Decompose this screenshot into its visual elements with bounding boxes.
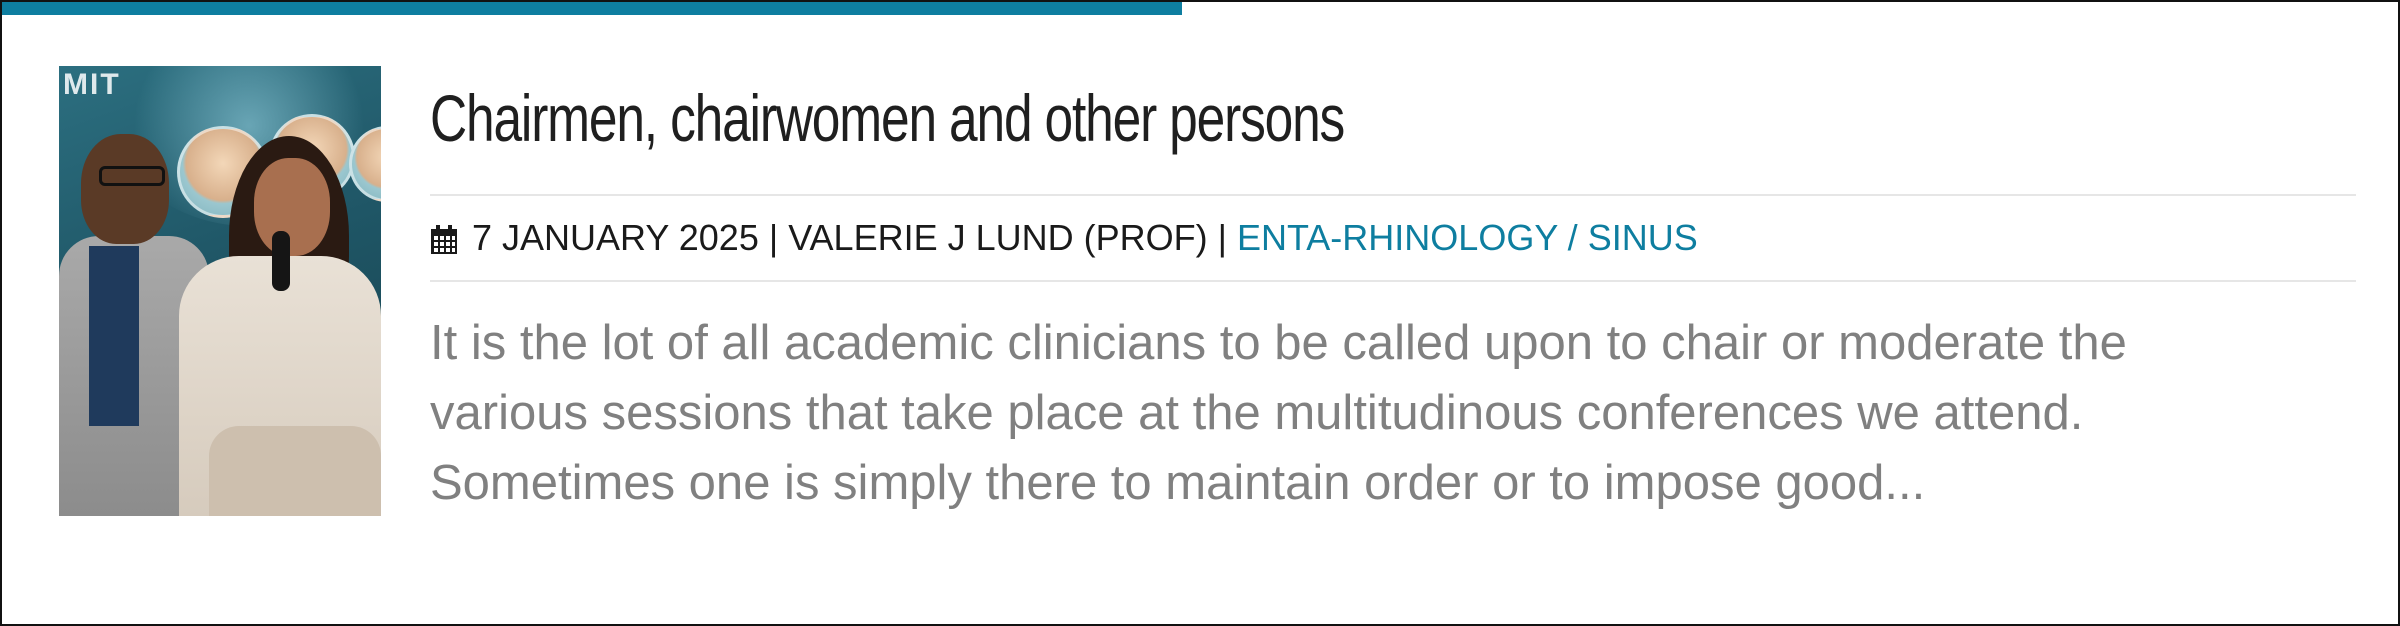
excerpt-line: It is the lot of all academic clinicians… [430, 316, 2127, 370]
accent-bar [2, 2, 1182, 15]
article-date: 7 JANUARY 2025 [472, 217, 759, 258]
calendar-icon [430, 222, 458, 254]
glasses [99, 166, 165, 186]
category-link[interactable]: ENTA-RHINOLOGY / SINUS [1237, 217, 1698, 259]
excerpt-line: various sessions that take place at the … [430, 386, 2084, 440]
article-author: VALERIE J LUND (PROF) [788, 217, 1208, 258]
meta-separator: | [768, 217, 779, 258]
man-shirt [89, 246, 139, 426]
woman-head [254, 158, 330, 256]
article-card: MIT Chairmen, chairwomen and other perso… [0, 0, 2400, 626]
man-head [81, 134, 169, 244]
excerpt-line: Sometimes one is simply there to maintai… [430, 456, 1926, 510]
article-title[interactable]: Chairmen, chairwomen and other persons [430, 66, 1932, 194]
stage-screen-text: MIT [63, 68, 121, 101]
meta-separator: | [1217, 217, 1227, 258]
article-excerpt: It is the lot of all academic clinicians… [430, 308, 2330, 518]
microphone [272, 231, 290, 291]
woman-legs [209, 426, 381, 516]
article-thumbnail[interactable]: MIT [59, 66, 381, 516]
article-content: Chairmen, chairwomen and other persons 7… [430, 66, 2356, 518]
article-meta: 7 JANUARY 2025 | VALERIE J LUND (PROF) |… [430, 194, 2356, 282]
